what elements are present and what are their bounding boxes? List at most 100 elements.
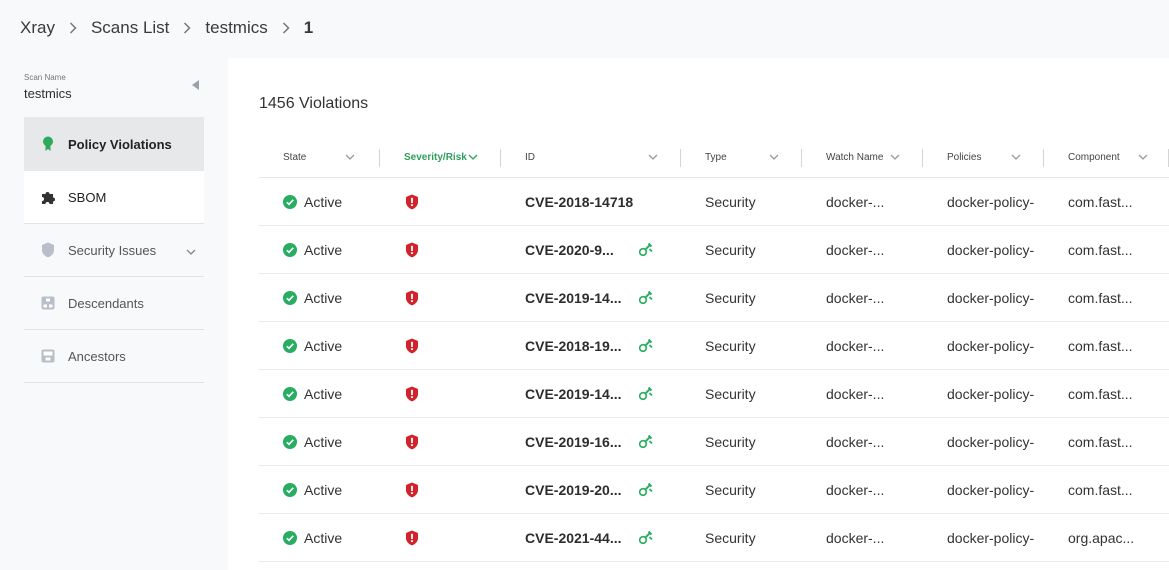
cell-id[interactable]: CVE-2019-16... <box>501 418 681 465</box>
table-row[interactable]: Active CVE-2020-9... Security docker-... doc… <box>259 226 1169 274</box>
cell-component: com.fast... <box>1044 274 1169 321</box>
table-row[interactable]: Active CVE-2021-44... Security docker-... do… <box>259 514 1169 562</box>
check-circle-icon <box>283 290 297 305</box>
sidebar-item-label: Descendants <box>68 295 144 311</box>
cell-severity <box>380 322 501 369</box>
cell-type: Security <box>681 322 802 369</box>
fix-available-icon[interactable] <box>638 530 653 545</box>
cell-type: Security <box>681 274 802 321</box>
column-header-state[interactable]: State <box>259 138 380 177</box>
chevron-down-icon[interactable] <box>468 153 478 164</box>
cell-text: docker-... <box>826 529 885 546</box>
fix-available-icon[interactable] <box>638 290 653 305</box>
cell-component: com.fast... <box>1044 418 1169 465</box>
violation-id[interactable]: CVE-2019-20... <box>525 482 622 498</box>
cell-policies: docker-policy- <box>923 274 1044 321</box>
cell-text: com.fast... <box>1068 433 1133 450</box>
cell-id[interactable]: CVE-2021-44... <box>501 514 681 561</box>
column-header-component[interactable]: Component <box>1044 138 1169 177</box>
cell-watch-name: docker-... <box>802 418 923 465</box>
cell-id[interactable]: CVE-2019-14... <box>501 370 681 417</box>
descendants-icon <box>40 295 56 311</box>
breadcrumb-xray[interactable]: Xray <box>20 18 55 38</box>
fix-available-icon[interactable] <box>638 386 653 401</box>
fix-available-icon[interactable] <box>638 482 653 497</box>
violation-id[interactable]: CVE-2018-19... <box>525 338 622 354</box>
cell-watch-name: docker-... <box>802 274 923 321</box>
cell-id[interactable]: CVE-2019-14... <box>501 274 681 321</box>
violation-id[interactable]: CVE-2021-44... <box>525 530 622 546</box>
cell-severity <box>380 466 501 513</box>
sidebar-item-policy-violations[interactable]: Policy Violations <box>24 117 204 171</box>
cell-component: com.fast... <box>1044 178 1169 225</box>
cell-text: docker-policy- <box>947 289 1035 306</box>
table-row[interactable]: Active CVE-2019-14... Security docker-... do… <box>259 274 1169 322</box>
chevron-down-icon[interactable] <box>1011 153 1021 164</box>
column-header-id[interactable]: ID <box>501 138 681 177</box>
fix-available-icon[interactable] <box>638 338 653 353</box>
check-circle-icon <box>283 338 297 353</box>
table-row[interactable]: Active CVE-2018-19... Security docker-... do… <box>259 322 1169 370</box>
shield-icon <box>40 242 56 258</box>
breadcrumb-scans-list[interactable]: Scans List <box>91 18 169 38</box>
table-row[interactable]: Active CVE-2019-16... Security docker-... do… <box>259 418 1169 466</box>
cell-component: com.fast... <box>1044 370 1169 417</box>
violation-id[interactable]: CVE-2019-16... <box>525 434 622 450</box>
cell-policies: docker-policy- <box>923 418 1044 465</box>
critical-severity-shield-icon <box>405 290 419 306</box>
column-header-type[interactable]: Type <box>681 138 802 177</box>
cell-type: Security <box>681 178 802 225</box>
cell-policies: docker-policy- <box>923 178 1044 225</box>
breadcrumb-current: 1 <box>303 18 314 37</box>
violation-id[interactable]: CVE-2020-9... <box>525 242 614 258</box>
table-body: Active CVE-2018-14718 Security docker-... do… <box>259 178 1169 562</box>
cell-state: Active <box>259 226 380 273</box>
violation-id[interactable]: CVE-2018-14718 <box>525 194 633 210</box>
cell-id[interactable]: CVE-2018-14718 <box>501 178 681 225</box>
sidebar-item-descendants[interactable]: Descendants <box>24 277 204 330</box>
column-header-policies[interactable]: Policies <box>923 138 1044 177</box>
cell-text: docker-... <box>826 481 885 498</box>
cell-severity <box>380 514 501 561</box>
sidebar-item-ancestors[interactable]: Ancestors <box>24 330 204 383</box>
state-label: Active <box>304 529 343 546</box>
table-row[interactable]: Active CVE-2019-14... Security docker-... do… <box>259 370 1169 418</box>
chevron-down-icon[interactable] <box>1138 153 1148 164</box>
chevron-down-icon[interactable] <box>890 153 900 164</box>
chevron-down-icon[interactable] <box>648 153 658 164</box>
cell-id[interactable]: CVE-2020-9... <box>501 226 681 273</box>
chevron-down-icon[interactable] <box>769 153 779 164</box>
cell-id[interactable]: CVE-2019-20... <box>501 466 681 513</box>
cell-policies: docker-policy- <box>923 226 1044 273</box>
cell-watch-name: docker-... <box>802 178 923 225</box>
cell-policies: docker-policy- <box>923 370 1044 417</box>
ribbon-icon <box>40 136 56 152</box>
table-row[interactable]: Active CVE-2018-14718 Security docker-... do… <box>259 178 1169 226</box>
state-label: Active <box>304 337 343 354</box>
sidebar-item-sbom[interactable]: SBOM <box>24 171 204 224</box>
table-row[interactable]: Active CVE-2019-20... Security docker-... do… <box>259 466 1169 514</box>
collapse-sidebar-button[interactable] <box>190 80 202 92</box>
chevron-down-icon[interactable] <box>186 244 196 259</box>
cell-text: docker-policy- <box>947 433 1035 450</box>
puzzle-icon <box>40 189 56 205</box>
chevron-right-icon <box>282 22 290 34</box>
column-header-watch-name[interactable]: Watch Name <box>802 138 923 177</box>
column-header-label: Watch Name <box>826 152 884 163</box>
cell-policies: docker-policy- <box>923 322 1044 369</box>
cell-state: Active <box>259 370 380 417</box>
breadcrumb-testmics[interactable]: testmics <box>205 18 267 38</box>
violation-id[interactable]: CVE-2019-14... <box>525 290 622 306</box>
sidebar-item-security-issues[interactable]: Security Issues <box>24 224 204 277</box>
cell-id[interactable]: CVE-2018-19... <box>501 322 681 369</box>
critical-severity-shield-icon <box>405 338 419 354</box>
violation-id[interactable]: CVE-2019-14... <box>525 386 622 402</box>
chevron-down-icon[interactable] <box>345 153 355 164</box>
cell-text: docker-policy- <box>947 529 1035 546</box>
column-header-label: Component <box>1068 152 1120 163</box>
fix-available-icon[interactable] <box>638 242 653 257</box>
column-header-severity-risk[interactable]: Severity/Risk <box>380 138 501 177</box>
column-header-label: Type <box>705 152 727 163</box>
violations-table: State Severity/Risk ID Type Watch Name Polici… <box>259 138 1169 562</box>
fix-available-icon[interactable] <box>638 434 653 449</box>
